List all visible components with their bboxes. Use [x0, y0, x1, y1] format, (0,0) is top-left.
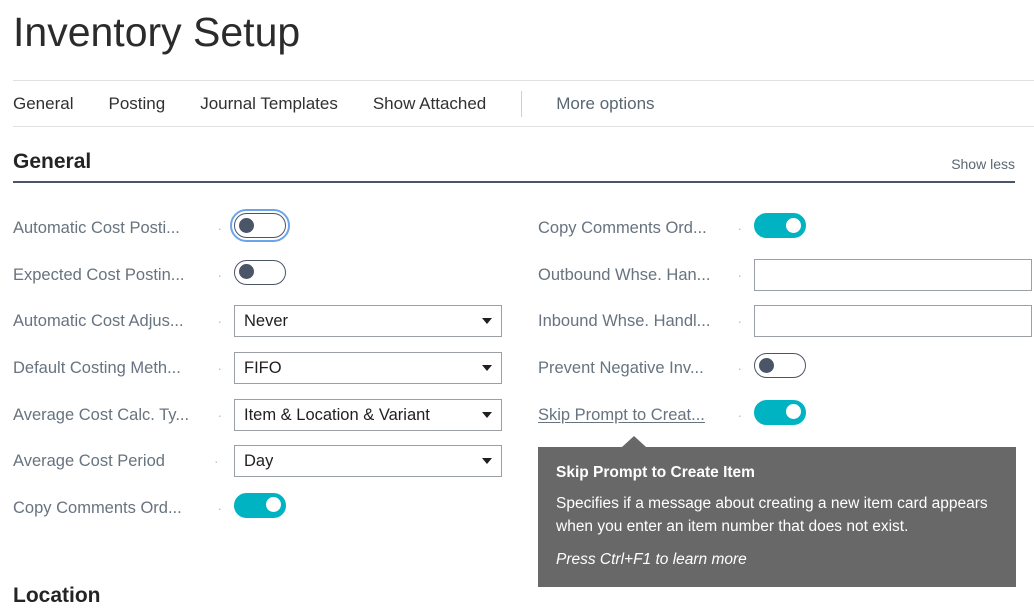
- field-dots-skip-prompt-to-create-item: ·: [737, 406, 747, 423]
- general-group-underline: [13, 181, 1015, 183]
- toggle-expected-cost-posting[interactable]: [234, 259, 286, 285]
- select-value-average-cost-calc-type: Item & Location & Variant: [244, 405, 430, 424]
- toggle-knob-icon: [266, 497, 281, 513]
- input-outbound-whse-handling-time[interactable]: [754, 258, 1032, 291]
- toggle-copy-comments-order-to-shipment[interactable]: [234, 492, 286, 518]
- field-dots-automatic-cost-adjustment: ·: [217, 313, 227, 330]
- field-label-default-costing-method: Default Costing Meth...: [13, 359, 181, 378]
- tab-general[interactable]: General: [13, 93, 73, 115]
- show-less-link[interactable]: Show less: [951, 154, 1015, 174]
- chevron-down-icon[interactable]: [482, 365, 492, 372]
- field-label-copy-comments-order-to-receipt: Copy Comments Ord...: [538, 219, 707, 238]
- field-row-copy-comments-order-to-receipt: Copy Comments Ord... ·: [538, 205, 1028, 252]
- field-label-expected-cost-posting: Expected Cost Postin...: [13, 265, 185, 284]
- toggle-automatic-cost-posting[interactable]: [230, 209, 290, 243]
- tab-bar: General Posting Journal Templates Show A…: [13, 86, 655, 122]
- toggle-knob-icon: [786, 217, 801, 233]
- field-row-average-cost-calc-type: Average Cost Calc. Ty... · Item & Location…: [13, 391, 513, 438]
- location-group-title: Location: [13, 584, 101, 607]
- toggle-knob-icon: [786, 404, 801, 420]
- field-label-inbound-whse-handling-time: Inbound Whse. Handl...: [538, 312, 711, 331]
- field-dots-copy-comments-order-to-shipment: ·: [217, 499, 227, 516]
- field-dots-copy-comments-order-to-receipt: ·: [737, 220, 747, 237]
- field-label-outbound-whse-handling-time: Outbound Whse. Han...: [538, 265, 711, 284]
- toolbar-separator: [521, 91, 523, 117]
- left-field-column: Automatic Cost Posti... · Expected Cost Po…: [13, 205, 513, 531]
- tooltip-body: Specifies if a message about creating a …: [556, 495, 988, 535]
- toggle-skip-prompt-to-create-item[interactable]: [754, 399, 806, 425]
- field-label-copy-comments-order-to-shipment: Copy Comments Ord...: [13, 498, 182, 517]
- toggle-prevent-negative-inventory[interactable]: [754, 353, 806, 379]
- field-row-outbound-whse-handling-time: Outbound Whse. Han... ·: [538, 252, 1032, 299]
- field-row-automatic-cost-posting: Automatic Cost Posti... ·: [13, 205, 513, 252]
- field-control-average-cost-calc-type: Item & Location & Variant: [234, 398, 502, 431]
- field-dots-outbound-whse-handling-time: ·: [737, 266, 747, 283]
- field-label-automatic-cost-posting: Automatic Cost Posti...: [13, 219, 180, 238]
- tab-show-attached[interactable]: Show Attached: [373, 93, 486, 115]
- field-dots-inbound-whse-handling-time: ·: [737, 313, 747, 330]
- chevron-down-icon[interactable]: [482, 411, 492, 418]
- field-row-prevent-negative-inventory: Prevent Negative Inv... ·: [538, 345, 1028, 392]
- field-label-average-cost-calc-type: Average Cost Calc. Ty...: [13, 405, 190, 424]
- tab-journal-templates[interactable]: Journal Templates: [200, 93, 338, 115]
- tab-posting[interactable]: Posting: [108, 93, 165, 115]
- tooltip-title: Skip Prompt to Create Item: [556, 464, 755, 481]
- toolbar-bottom-divider: [13, 126, 1034, 127]
- general-group-title: General: [13, 150, 92, 173]
- field-row-copy-comments-order-to-shipment: Copy Comments Ord... ·: [13, 485, 513, 532]
- select-value-automatic-cost-adjustment: Never: [244, 312, 289, 331]
- field-row-skip-prompt-to-create-item: Skip Prompt to Creat... ·: [538, 391, 1028, 438]
- field-control-average-cost-period: Day: [234, 445, 502, 478]
- field-tooltip: Skip Prompt to Create Item Specifies if …: [538, 436, 1016, 587]
- toggle-knob-icon: [239, 217, 254, 233]
- field-row-expected-cost-posting: Expected Cost Postin... ·: [13, 252, 513, 299]
- field-control-prevent-negative-inventory: [754, 353, 806, 383]
- field-control-copy-comments-order-to-shipment: [234, 492, 286, 523]
- field-label-skip-prompt-to-create-item[interactable]: Skip Prompt to Creat...: [538, 404, 728, 426]
- select-average-cost-calc-type[interactable]: Item & Location & Variant: [234, 398, 502, 431]
- toggle-knob-icon: [239, 264, 254, 280]
- field-dots-automatic-cost-posting: ·: [217, 220, 227, 237]
- toggle-knob-icon: [759, 357, 774, 373]
- general-group-header: General Show less: [13, 148, 1015, 183]
- select-default-costing-method[interactable]: FIFO: [234, 352, 502, 385]
- field-row-inbound-whse-handling-time: Inbound Whse. Handl... ·: [538, 298, 1032, 345]
- input-inbound-whse-handling-time[interactable]: [754, 305, 1032, 338]
- page-title: Inventory Setup: [13, 9, 301, 55]
- field-label-prevent-negative-inventory: Prevent Negative Inv...: [538, 359, 704, 378]
- tooltip-footer: Press Ctrl+F1 to learn more: [556, 551, 747, 568]
- field-control-copy-comments-order-to-receipt: [754, 213, 806, 243]
- field-dots-average-cost-calc-type: ·: [217, 406, 227, 423]
- field-control-default-costing-method: FIFO: [234, 352, 502, 385]
- field-control-automatic-cost-posting: [230, 209, 290, 243]
- field-label-average-cost-period: Average Cost Period: [13, 452, 165, 471]
- field-control-expected-cost-posting: [234, 259, 286, 290]
- toolbar-top-divider: [13, 80, 1034, 81]
- select-average-cost-period[interactable]: Day: [234, 445, 502, 478]
- field-row-average-cost-period: Average Cost Period · · · Day: [13, 438, 513, 485]
- field-dots-prevent-negative-inventory: ·: [737, 360, 747, 377]
- field-dots-expected-cost-posting: ·: [217, 266, 227, 283]
- tooltip-arrow-icon: [622, 436, 646, 447]
- select-value-default-costing-method: FIFO: [244, 359, 282, 378]
- field-control-skip-prompt-to-create-item: [754, 399, 806, 430]
- right-field-column: Copy Comments Ord... · Outbound Whse. Han.…: [538, 205, 1032, 438]
- more-options-button[interactable]: More options: [556, 93, 654, 115]
- select-value-average-cost-period: Day: [244, 452, 274, 471]
- field-dots-average-cost-period: · · ·: [214, 453, 234, 470]
- chevron-down-icon[interactable]: [482, 458, 492, 465]
- field-label-automatic-cost-adjustment: Automatic Cost Adjus...: [13, 312, 184, 331]
- field-dots-default-costing-method: ·: [217, 360, 227, 377]
- toggle-copy-comments-order-to-receipt[interactable]: [754, 213, 806, 239]
- field-control-outbound-whse-handling-time: [754, 258, 1032, 291]
- inventory-setup-page: Inventory Setup General Posting Journal …: [0, 0, 1034, 612]
- field-control-automatic-cost-adjustment: Never: [234, 305, 502, 338]
- field-row-automatic-cost-adjustment: Automatic Cost Adjus... · Never: [13, 298, 513, 345]
- field-control-inbound-whse-handling-time: [754, 305, 1032, 338]
- field-row-default-costing-method: Default Costing Meth... · FIFO: [13, 345, 513, 392]
- chevron-down-icon[interactable]: [482, 318, 492, 325]
- select-automatic-cost-adjustment[interactable]: Never: [234, 305, 502, 338]
